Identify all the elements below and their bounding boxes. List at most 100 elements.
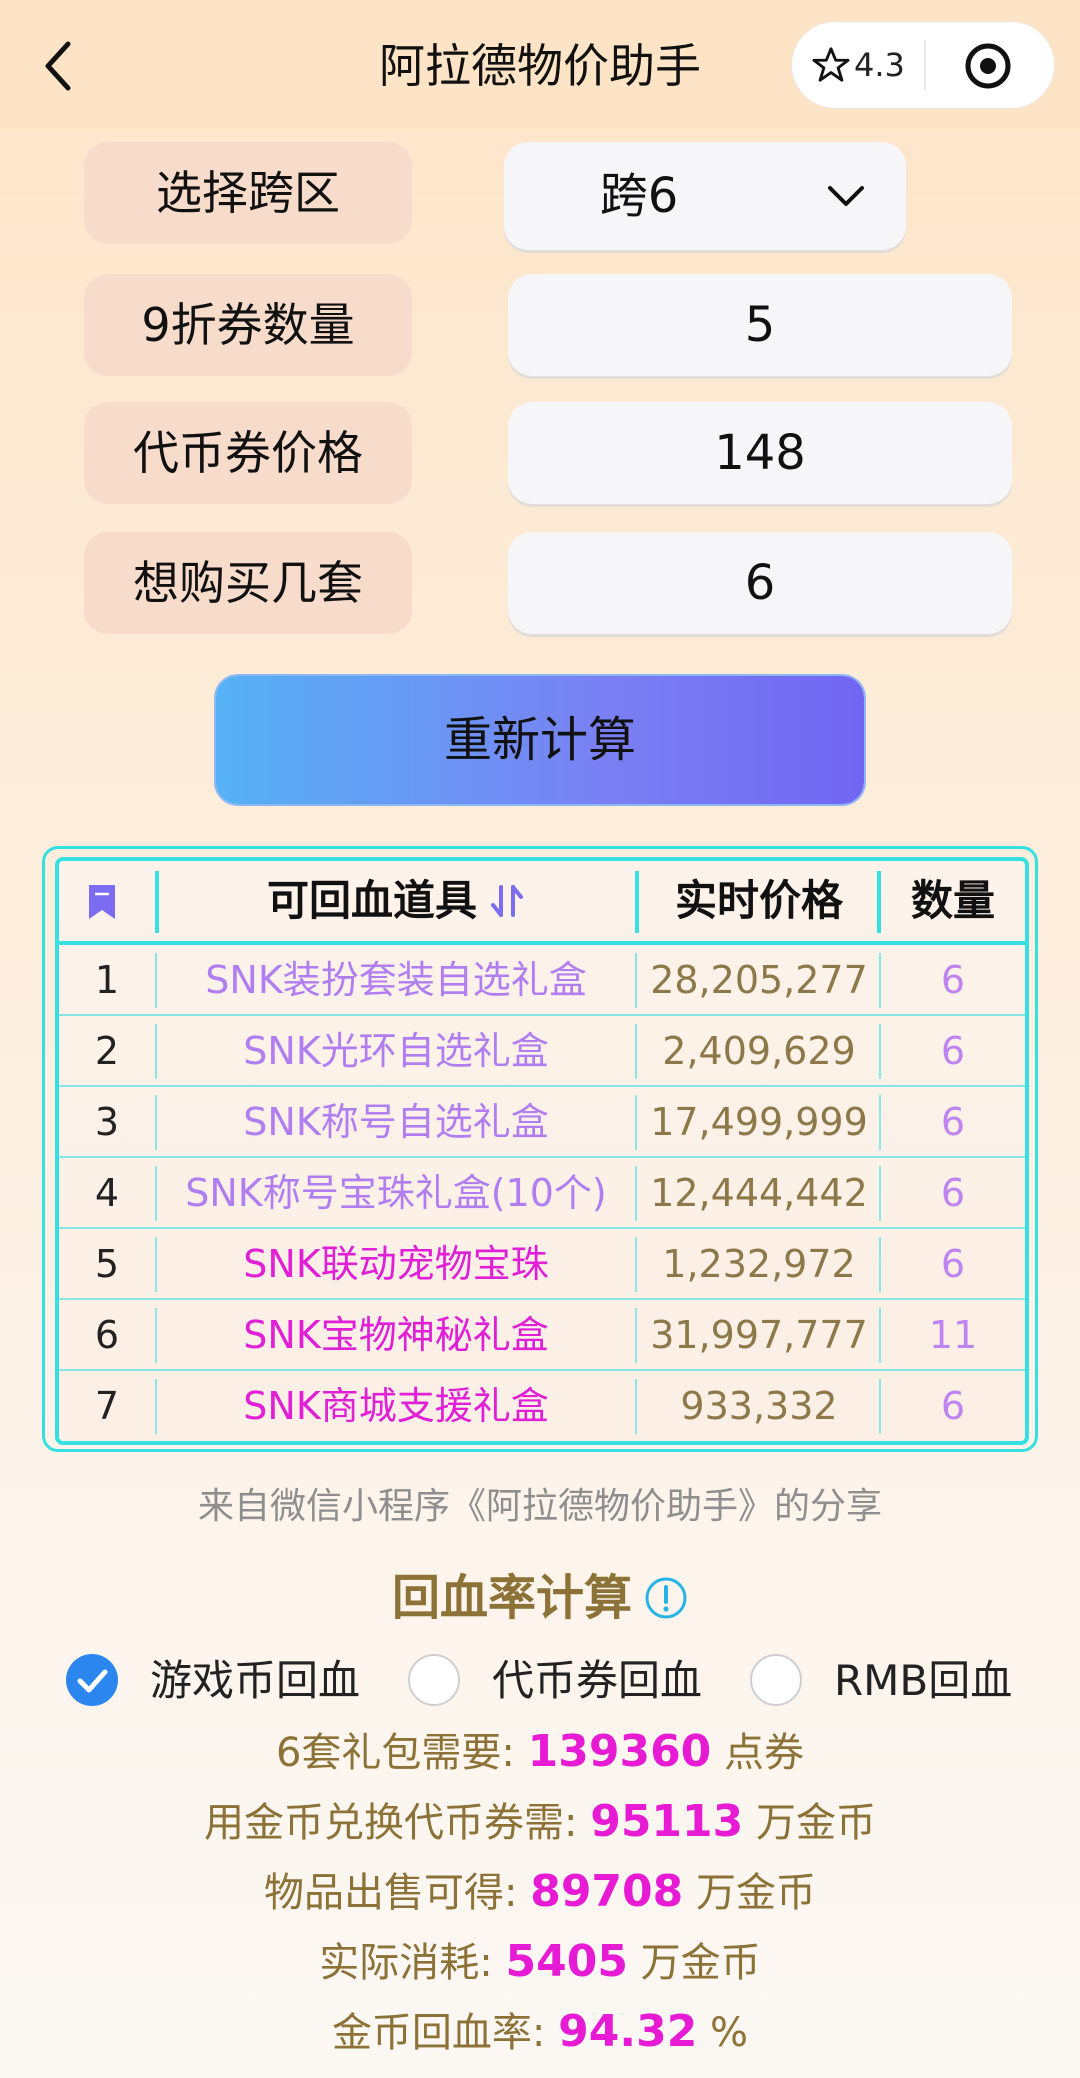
row-item-name: SNK称号自选礼盒: [243, 1100, 549, 1144]
row-price: 933,332: [680, 1384, 838, 1428]
cell-separator: [879, 1166, 881, 1221]
row-quantity: 11: [928, 1313, 978, 1357]
table-row[interactable]: 4 SNK称号宝珠礼盒(10个) 12,444,442 6: [59, 1158, 1025, 1229]
stat-value: 95113: [590, 1796, 744, 1847]
row-item-name: SNK联动宠物宝珠: [243, 1242, 549, 1286]
row-price: 1,232,972: [662, 1242, 856, 1286]
rating-value[interactable]: 4.3: [854, 42, 905, 88]
table-header-item[interactable]: 可回血道具: [159, 861, 635, 941]
cell-separator: [635, 953, 637, 1008]
row-item-name: SNK装扮套装自选礼盒: [205, 958, 587, 1002]
row-item-name: SNK光环自选礼盒: [243, 1029, 549, 1073]
region-value: 跨6: [599, 168, 679, 224]
stat-value: 139360: [527, 1726, 712, 1777]
row-index: 2: [94, 1029, 120, 1073]
row-item-name: SNK称号宝珠礼盒(10个): [185, 1171, 607, 1215]
star-icon[interactable]: [812, 46, 850, 84]
stat-unit: %: [697, 2010, 749, 2056]
sets-count-input[interactable]: 6: [508, 532, 1012, 634]
cell-separator: [879, 953, 881, 1008]
row-price: 12,444,442: [650, 1171, 868, 1215]
stat-unit: 万金币: [627, 1940, 761, 1986]
sort-icon[interactable]: [487, 881, 527, 921]
row-quantity: 6: [940, 1171, 966, 1215]
cell-separator: [155, 1237, 157, 1292]
cell-separator: [155, 1308, 157, 1363]
cell-separator: [155, 1379, 157, 1434]
stat-coupons-needed: 6套礼包需要: 139360 点券: [0, 1722, 1080, 1783]
table-row[interactable]: 2 SNK光环自选礼盒 2,409,629 6: [59, 1016, 1025, 1087]
row-price: 17,499,999: [650, 1100, 868, 1144]
row-index: 3: [94, 1100, 120, 1144]
stat-label: 金币回血率:: [331, 2010, 559, 2056]
chevron-down-icon: [828, 186, 864, 206]
row-price: 28,205,277: [650, 958, 868, 1002]
bookmark-icon: [89, 885, 115, 919]
cell-separator: [635, 1237, 637, 1292]
cell-separator: [155, 1095, 157, 1150]
cell-separator: [879, 1237, 881, 1292]
share-caption: 来自微信小程序《阿拉德物价助手》的分享: [197, 1486, 882, 1527]
row-item-name: SNK商城支援礼盒: [243, 1384, 549, 1428]
table-row[interactable]: 1 SNK装扮套装自选礼盒 28,205,277 6: [59, 945, 1025, 1016]
cell-separator: [155, 953, 157, 1008]
cell-separator: [879, 1308, 881, 1363]
row-index: 4: [94, 1171, 120, 1215]
stat-value: 94.32: [558, 2006, 698, 2057]
row-index: 7: [94, 1384, 120, 1428]
row-quantity: 6: [940, 1242, 966, 1286]
region-label: 选择跨区: [84, 142, 412, 244]
table-row[interactable]: 5 SNK联动宠物宝珠 1,232,972 6: [59, 1229, 1025, 1300]
stat-actual-cost: 实际消耗: 5405 万金币: [0, 1932, 1080, 1993]
table-row[interactable]: 7 SNK商城支援礼盒 933,332 6: [59, 1371, 1025, 1441]
stat-gold-exchange: 用金币兑换代币券需: 95113 万金币: [0, 1792, 1080, 1853]
row-index: 5: [94, 1242, 120, 1286]
close-target-icon[interactable]: [964, 42, 1012, 90]
stat-unit: 万金币: [743, 1800, 876, 1846]
row-index: 1: [94, 958, 120, 1002]
check-icon: [77, 1669, 108, 1693]
top-bar: 阿拉德物价助手 4.3: [0, 0, 1080, 130]
radio-unchecked-icon[interactable]: [408, 1654, 460, 1706]
stat-sale-revenue: 物品出售可得: 89708 万金币: [0, 1862, 1080, 1923]
stat-label: 用金币兑换代币券需:: [204, 1800, 591, 1846]
cell-separator: [879, 1024, 881, 1079]
section-title-text: 回血率计算: [391, 1570, 632, 1626]
stat-unit: 点券: [711, 1730, 805, 1776]
row-quantity: 6: [940, 1384, 966, 1428]
section-title: 回血率计算: [0, 1566, 1080, 1630]
option-rmb-label: RMB回血: [834, 1656, 1013, 1705]
option-token-label: 代币券回血: [492, 1656, 703, 1705]
radio-unchecked-icon[interactable]: [750, 1654, 802, 1706]
table-header-qty: 数量: [910, 876, 995, 925]
stat-label: 6套礼包需要:: [275, 1730, 528, 1776]
stat-value: 89708: [530, 1866, 684, 1917]
cell-separator: [155, 1024, 157, 1079]
cell-separator: [635, 1166, 637, 1221]
token-price-input[interactable]: 148: [508, 402, 1012, 504]
recalculate-button[interactable]: 重新计算: [216, 676, 864, 804]
capsule-divider: [924, 40, 926, 90]
cell-separator: [635, 1379, 637, 1434]
items-table: 可回血道具 实时价格 数量 1 SNK装扮套装自选礼盒 28,205,277 6 2 SN…: [55, 857, 1029, 1445]
cell-separator: [635, 1024, 637, 1079]
row-quantity: 6: [940, 1029, 966, 1073]
region-select[interactable]: 跨6: [504, 142, 906, 250]
stat-unit: 万金币: [683, 1870, 816, 1916]
radio-checked-icon[interactable]: [66, 1654, 118, 1706]
table-row[interactable]: 3 SNK称号自选礼盒 17,499,999 6: [59, 1087, 1025, 1158]
coupon-count-label: 9折券数量: [84, 274, 412, 376]
token-price-label: 代币券价格: [84, 402, 412, 504]
info-icon[interactable]: [644, 1576, 688, 1620]
sets-count-label: 想购买几套: [84, 532, 412, 634]
cell-separator: [635, 1308, 637, 1363]
items-table-frame: 可回血道具 实时价格 数量 1 SNK装扮套装自选礼盒 28,205,277 6 2 SN…: [42, 846, 1038, 1452]
cell-separator: [879, 1095, 881, 1150]
stat-return-rate: 金币回血率: 94.32 %: [0, 2002, 1080, 2063]
table-header-price: 实时价格: [674, 876, 843, 925]
table-header-index: [59, 861, 155, 941]
row-price: 31,997,777: [650, 1313, 868, 1357]
table-row[interactable]: 6 SNK宝物神秘礼盒 31,997,777 11: [59, 1300, 1025, 1371]
mini-program-capsule: 4.3: [792, 22, 1054, 108]
coupon-count-input[interactable]: 5: [508, 274, 1012, 376]
